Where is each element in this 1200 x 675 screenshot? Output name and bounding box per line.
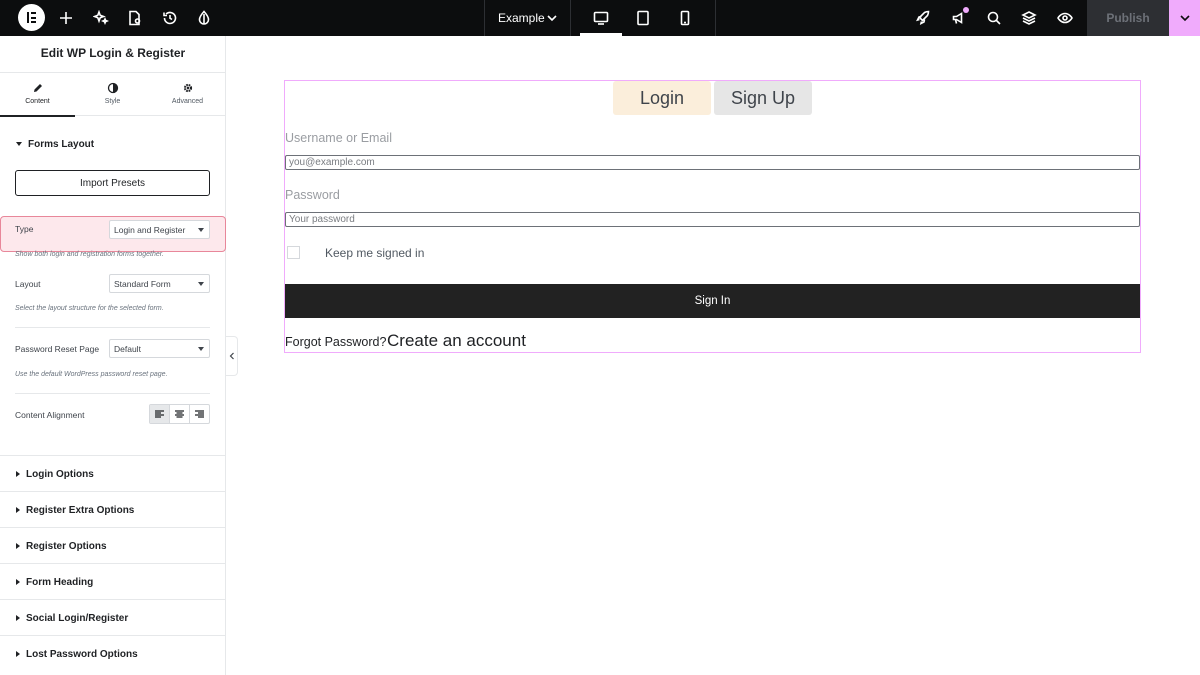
align-center-icon bbox=[175, 410, 184, 418]
content-alignment-label: Content Alignment bbox=[15, 410, 85, 420]
import-presets-button[interactable]: Import Presets bbox=[15, 170, 210, 196]
tablet-view-icon[interactable] bbox=[634, 9, 652, 27]
align-right-button[interactable] bbox=[190, 405, 209, 423]
align-left-button[interactable] bbox=[150, 405, 170, 423]
gear-icon bbox=[182, 82, 194, 94]
add-element-icon[interactable] bbox=[57, 9, 75, 27]
ai-sparkle-icon[interactable] bbox=[92, 9, 110, 27]
remember-checkbox[interactable] bbox=[287, 246, 300, 259]
type-select[interactable]: Login and Register bbox=[109, 220, 210, 239]
tab-login[interactable]: Login bbox=[613, 81, 711, 115]
active-device-indicator bbox=[580, 33, 622, 36]
caret-right-icon bbox=[16, 615, 20, 622]
desktop-view-icon[interactable] bbox=[592, 9, 610, 27]
align-left-icon bbox=[155, 410, 164, 418]
rocket-icon[interactable] bbox=[914, 9, 932, 27]
site-style-icon[interactable] bbox=[195, 9, 213, 27]
panel-title: Edit WP Login & Register bbox=[40, 46, 186, 60]
mobile-view-icon[interactable] bbox=[676, 9, 694, 27]
password-input[interactable]: Your password bbox=[285, 212, 1140, 227]
section-title: Lost Password Options bbox=[26, 649, 138, 660]
type-label: Type bbox=[15, 224, 34, 234]
username-label: Username or Email bbox=[285, 131, 392, 145]
tab-signup[interactable]: Sign Up bbox=[714, 81, 812, 115]
search-icon[interactable] bbox=[985, 9, 1003, 27]
create-account-link[interactable]: Create an account bbox=[387, 331, 526, 351]
caret-right-icon bbox=[16, 507, 20, 514]
caret-right-icon bbox=[16, 651, 20, 658]
section-forms-layout[interactable]: Forms Layout bbox=[16, 139, 94, 150]
tab-label: Style bbox=[104, 98, 121, 105]
half-circle-icon bbox=[107, 82, 119, 94]
type-help: Show both login and registration forms t… bbox=[15, 251, 164, 258]
caret-down-icon bbox=[16, 142, 22, 147]
tab-style[interactable]: Style bbox=[75, 73, 150, 116]
section-title: Forms Layout bbox=[28, 139, 95, 150]
document-name[interactable]: Example bbox=[498, 11, 545, 25]
username-input[interactable]: you@example.com bbox=[285, 155, 1140, 170]
section-title: Register Extra Options bbox=[26, 505, 135, 516]
caret-right-icon bbox=[16, 579, 20, 586]
tab-label: Content bbox=[25, 98, 50, 105]
chevron-down-icon bbox=[1179, 15, 1190, 22]
section-title: Form Heading bbox=[26, 577, 94, 588]
password-reset-help: Use the default WordPress password reset… bbox=[15, 371, 168, 378]
publish-button[interactable]: Publish bbox=[1087, 0, 1169, 36]
tab-label: Advanced bbox=[171, 98, 204, 105]
section-title: Social Login/Register bbox=[26, 613, 129, 624]
preview-eye-icon[interactable] bbox=[1056, 9, 1074, 27]
structure-layers-icon[interactable] bbox=[1020, 9, 1038, 27]
remember-label[interactable]: Keep me signed in bbox=[325, 246, 424, 260]
caret-right-icon bbox=[16, 543, 20, 550]
tab-advanced[interactable]: Advanced bbox=[150, 73, 225, 116]
section-register-options[interactable]: Register Options bbox=[0, 527, 226, 563]
sign-in-button[interactable]: Sign In bbox=[285, 284, 1140, 318]
section-lost-password-options[interactable]: Lost Password Options bbox=[0, 635, 226, 671]
section-social-login[interactable]: Social Login/Register bbox=[0, 599, 226, 635]
align-center-button[interactable] bbox=[170, 405, 190, 423]
section-title: Login Options bbox=[26, 469, 94, 480]
tab-content[interactable]: Content bbox=[0, 73, 75, 117]
content-alignment-control bbox=[149, 404, 210, 424]
chevron-left-icon bbox=[229, 352, 234, 360]
divider bbox=[15, 327, 210, 328]
chevron-down-icon[interactable] bbox=[546, 11, 558, 23]
password-label: Password bbox=[285, 188, 340, 202]
forgot-password-link[interactable]: Forgot Password? bbox=[285, 335, 386, 349]
divider bbox=[15, 393, 210, 394]
section-title: Register Options bbox=[26, 541, 107, 552]
section-login-options[interactable]: Login Options bbox=[0, 455, 226, 491]
password-reset-select[interactable]: Default bbox=[109, 339, 210, 358]
editor-topbar: Example Publish bbox=[0, 0, 1200, 36]
editor-panel: Edit WP Login & Register Content Style A… bbox=[0, 36, 226, 675]
history-icon[interactable] bbox=[161, 9, 179, 27]
layout-select[interactable]: Standard Form bbox=[109, 274, 210, 293]
section-form-heading[interactable]: Form Heading bbox=[0, 563, 226, 599]
pencil-icon bbox=[32, 82, 44, 94]
panel-tabs: Content Style Advanced bbox=[0, 72, 226, 117]
collapse-panel-button[interactable] bbox=[226, 336, 238, 376]
password-reset-label: Password Reset Page bbox=[15, 344, 100, 354]
publish-options-button[interactable] bbox=[1169, 0, 1200, 36]
layout-label: Layout bbox=[15, 279, 41, 289]
layout-help: Select the layout structure for the sele… bbox=[15, 305, 164, 312]
section-register-extra-options[interactable]: Register Extra Options bbox=[0, 491, 226, 527]
align-right-icon bbox=[195, 410, 204, 418]
notification-badge bbox=[963, 7, 969, 13]
page-settings-icon[interactable] bbox=[126, 9, 144, 27]
caret-right-icon bbox=[16, 471, 20, 478]
elementor-logo-icon[interactable] bbox=[18, 4, 45, 31]
